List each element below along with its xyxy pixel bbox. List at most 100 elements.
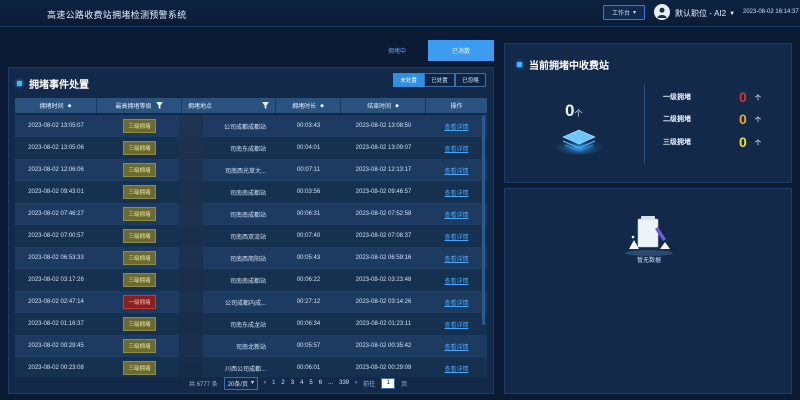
table-row[interactable]: 2023-08-02 12:06:06 三级拥堵 司南西光草大... 00:07:11… — [15, 159, 487, 181]
view-details-link[interactable]: 查看详情 — [444, 210, 468, 219]
view-details-link[interactable]: 查看详情 — [444, 364, 468, 373]
page-button[interactable]: 2 — [281, 380, 284, 386]
column-header-end-time[interactable]: 结束时间 ◆ — [341, 98, 426, 113]
cell-end-time: 2023-08-02 13:09:07 — [355, 145, 412, 151]
table-row[interactable]: 2023-08-02 01:16:37 三级拥堵 司南东成龙站 00:06:34 202… — [15, 313, 487, 335]
cell-time: 2023-08-02 00:23:08 — [28, 365, 84, 371]
table-row[interactable]: 2023-08-02 07:00:57 三级拥堵 司南西双流站 00:07:40 202… — [15, 225, 487, 247]
level-badge: 三级拥堵 — [123, 229, 156, 243]
tab-dissipated[interactable]: 已消散 — [428, 40, 494, 61]
cell-duration: 00:06:31 — [296, 211, 321, 217]
status-filter-group: 未处置 已处置 已忽略 — [393, 73, 486, 87]
cell-time: 2023-08-02 01:16:37 — [28, 321, 84, 327]
level-badge: 三级拥堵 — [123, 361, 156, 375]
page-size-select[interactable]: 20条/页 ▾ — [223, 376, 259, 390]
level3-label: 三级拥堵 — [663, 139, 691, 146]
cell-level: 一级拥堵 — [97, 291, 182, 313]
cell-level: 三级拥堵 — [97, 181, 182, 203]
app-header: 高速公路收费站拥堵检测预警系统 工作台 ▾ 默认职位 - AI2 ▼ 2023-… — [0, 0, 800, 27]
cell-action: 查看详情 — [426, 357, 487, 377]
current-congestion-panel: 当前拥堵中收费站 0个 一级拥堵 0 个 二级拥堵 0 个 三级拥堵 0 个 — [504, 43, 792, 183]
cell-time: 2023-08-02 03:17:26 — [28, 277, 84, 283]
table-row[interactable]: 2023-08-02 13:05:07 三级拥堵 公司成都成都站 00:03:43 20… — [15, 115, 487, 137]
cell-action: 查看详情 — [426, 181, 487, 203]
page-button[interactable]: 3 — [291, 380, 294, 386]
cell-level: 三级拥堵 — [97, 313, 182, 335]
table-row[interactable]: 2023-08-02 02:47:14 一级拥堵 公司成都内成... 00:27:12… — [15, 291, 487, 313]
tab-congesting[interactable]: 拥堵中 — [364, 40, 430, 61]
user-menu[interactable]: 默认职位 - AI2 ▼ — [675, 8, 735, 19]
cell-end-time: 2023-08-02 06:59:16 — [355, 255, 412, 261]
cell-time: 2023-08-02 02:47:14 — [28, 299, 84, 305]
workbench-dropdown[interactable]: 工作台 ▾ — [603, 5, 645, 20]
table-row[interactable]: 2023-08-02 07:46:27 三级拥堵 司南南成都站 00:06:31 202… — [15, 203, 487, 225]
table-scrollbar[interactable] — [482, 115, 485, 325]
page-ellipsis[interactable]: ... — [328, 380, 333, 386]
table-row[interactable]: 2023-08-02 09:43:01 三级拥堵 司南南成都站 00:03:56 202… — [15, 181, 487, 203]
table-row[interactable]: 2023-08-02 13:05:06 三级拥堵 司南东成都站 00:04:01 202… — [15, 137, 487, 159]
cell-end-time: 2023-08-02 12:13:17 — [355, 167, 412, 173]
page-button[interactable]: 339 — [339, 380, 349, 386]
view-details-link[interactable]: 查看详情 — [444, 298, 468, 307]
avatar[interactable] — [654, 4, 670, 20]
level-badge: 三级拥堵 — [123, 339, 156, 353]
next-page-button[interactable]: › — [355, 380, 357, 386]
view-details-link[interactable]: 查看详情 — [444, 254, 468, 263]
page-button[interactable]: 4 — [300, 380, 303, 386]
page-button[interactable]: 6 — [319, 380, 322, 386]
table-row[interactable]: 2023-08-02 00:29:45 三级拥堵 司南北新站 00:05:57 2023… — [15, 335, 487, 357]
view-details-link[interactable]: 查看详情 — [444, 232, 468, 241]
page-button[interactable]: 5 — [309, 380, 312, 386]
filter-unhandled[interactable]: 未处置 — [393, 73, 424, 87]
cell-level: 三级拥堵 — [97, 137, 182, 159]
filter-icon[interactable] — [155, 102, 163, 109]
cell-duration: 00:05:43 — [296, 255, 321, 261]
cell-level: 三级拥堵 — [97, 225, 182, 247]
divider — [644, 84, 645, 164]
sort-icon[interactable]: ◆ — [395, 103, 399, 109]
events-panel-title: 拥堵事件处置 — [17, 76, 89, 91]
cell-duration: 00:27:12 — [296, 299, 321, 305]
cell-level: 三级拥堵 — [97, 247, 182, 269]
cell-time: 2023-08-02 12:06:06 — [28, 167, 84, 173]
level-badge: 三级拥堵 — [123, 185, 156, 199]
table-row[interactable]: 2023-08-02 06:53:33 三级拥堵 司南西简阳站 00:05:43 202… — [15, 247, 487, 269]
column-header-location[interactable]: 拥堵地点 — [182, 98, 276, 113]
cell-action: 查看详情 — [426, 137, 487, 159]
level1-count: 0 — [739, 89, 747, 105]
view-details-link[interactable]: 查看详情 — [444, 122, 468, 131]
view-details-link[interactable]: 查看详情 — [444, 166, 468, 175]
column-header-time[interactable]: 拥堵时间 ◆ — [15, 98, 97, 113]
level3-row: 三级拥堵 0 个 — [663, 134, 761, 150]
level-badge: 三级拥堵 — [123, 163, 156, 177]
column-header-duration[interactable]: 拥堵时长 ◆ — [276, 98, 341, 113]
layers-glow-icon — [554, 129, 604, 155]
pagination-total: 共 6777 条 — [189, 381, 218, 388]
table-header: 拥堵时间 ◆ 最高拥堵等级 拥堵地点 拥堵时长 ◆ 结束时间 ◆ 操作 — [15, 98, 487, 113]
cell-duration: 00:06:01 — [296, 365, 321, 371]
view-details-link[interactable]: 查看详情 — [444, 320, 468, 329]
cell-end-time: 2023-08-02 03:14:26 — [355, 299, 412, 305]
goto-suffix: 页 — [401, 381, 408, 388]
view-details-link[interactable]: 查看详情 — [444, 188, 468, 197]
cell-duration: 00:07:40 — [296, 233, 321, 239]
table-row[interactable]: 2023-08-02 00:23:08 三级拥堵 川西公司成都... 00:06:01… — [15, 357, 487, 377]
view-details-link[interactable]: 查看详情 — [444, 342, 468, 351]
table-row[interactable]: 2023-08-02 03:17:26 三级拥堵 司南南成都站 00:06:22 202… — [15, 269, 487, 291]
view-details-link[interactable]: 查看详情 — [444, 144, 468, 153]
cell-duration: 00:07:11 — [297, 167, 320, 173]
view-details-link[interactable]: 查看详情 — [444, 276, 468, 285]
sort-icon[interactable]: ◆ — [68, 103, 72, 109]
goto-page-input[interactable]: 1 — [381, 377, 396, 389]
cell-duration: 00:06:22 — [296, 277, 321, 283]
cell-action: 查看详情 — [426, 203, 487, 225]
filter-handled[interactable]: 已处置 — [424, 73, 455, 87]
column-header-level[interactable]: 最高拥堵等级 — [97, 98, 182, 113]
level1-unit: 个 — [755, 95, 762, 102]
filter-ignored[interactable]: 已忽略 — [455, 73, 486, 87]
level-badge: 三级拥堵 — [123, 207, 156, 221]
sort-icon[interactable]: ◆ — [320, 103, 324, 109]
prev-page-button[interactable]: ‹ — [264, 380, 266, 386]
page-button[interactable]: 1 — [272, 380, 275, 386]
filter-icon[interactable] — [262, 102, 269, 109]
